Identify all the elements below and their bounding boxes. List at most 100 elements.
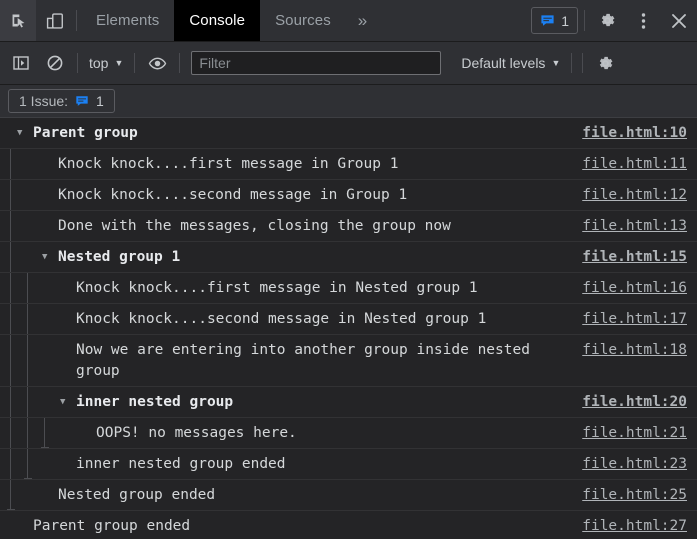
indent-guide (27, 273, 28, 303)
devtools-tab-toolbar: Elements Console Sources » 1 (0, 0, 697, 42)
issues-strip: 1 Issue: 1 (0, 85, 697, 118)
issue-message-icon (540, 13, 555, 28)
filter-input[interactable] (191, 51, 441, 75)
close-devtools-button[interactable] (661, 0, 697, 41)
console-filter-toolbar: top ▼ Default levels ▼ (0, 42, 697, 85)
console-source-link[interactable]: file.html:17 (582, 309, 697, 330)
execution-context-selector[interactable]: top ▼ (83, 52, 129, 74)
indent-guide (10, 211, 11, 241)
device-toolbar-icon (45, 12, 64, 30)
tab-console[interactable]: Console (174, 0, 260, 41)
tab-console-label: Console (189, 12, 245, 29)
console-message-row[interactable]: Knock knock....first message in Group 1f… (0, 149, 697, 180)
indent-guide (27, 418, 28, 448)
console-settings-button[interactable] (588, 49, 622, 77)
console-message-text: Nested group 1 (58, 247, 582, 268)
indent-guide (10, 149, 11, 179)
console-message-row[interactable]: Parent group endedfile.html:27 (0, 511, 697, 539)
console-message-text: inner nested group (76, 392, 582, 413)
console-source-link[interactable]: file.html:11 (582, 154, 697, 175)
console-message-row[interactable]: Knock knock....second message in Nested … (0, 304, 697, 335)
indent-guide (10, 418, 11, 448)
customize-menu-button[interactable] (625, 0, 661, 41)
indent-guide (10, 335, 11, 386)
chevron-down-icon: ▼ (551, 59, 560, 68)
console-message-row[interactable]: Now we are entering into another group i… (0, 335, 697, 387)
log-levels-selector[interactable]: Default levels ▼ (455, 52, 566, 74)
eye-icon (148, 54, 167, 73)
console-source-link[interactable]: file.html:25 (582, 485, 697, 506)
console-source-link[interactable]: file.html:12 (582, 185, 697, 206)
console-message-list[interactable]: ▼Parent groupfile.html:10Knock knock....… (0, 118, 697, 539)
toolbar-divider-right (584, 10, 585, 31)
toolbar-spacer (379, 0, 529, 41)
tab-elements[interactable]: Elements (81, 0, 174, 41)
console-source-link[interactable]: file.html:20 (582, 392, 697, 413)
indent-guide (44, 418, 45, 448)
console-message-row[interactable]: Done with the messages, closing the grou… (0, 211, 697, 242)
settings-button[interactable] (589, 0, 625, 41)
toggle-device-toolbar-button[interactable] (36, 0, 72, 41)
console-source-link[interactable]: file.html:10 (582, 123, 697, 144)
inspect-cursor-icon (10, 12, 27, 29)
console-source-link[interactable]: file.html:13 (582, 216, 697, 237)
tab-sources[interactable]: Sources (260, 0, 346, 41)
console-message-text: Done with the messages, closing the grou… (58, 216, 582, 237)
toggle-console-sidebar-button[interactable] (4, 49, 38, 77)
gear-icon (596, 54, 615, 73)
live-expression-button[interactable] (140, 49, 174, 77)
issues-summary-button[interactable]: 1 Issue: 1 (8, 89, 115, 113)
console-message-text: inner nested group ended (76, 454, 582, 475)
more-tabs-button[interactable]: » (346, 0, 379, 41)
console-message-row[interactable]: inner nested group endedfile.html:23 (0, 449, 697, 480)
console-message-row[interactable]: Knock knock....second message in Group 1… (0, 180, 697, 211)
vertical-dots-icon (641, 12, 646, 30)
toolbar-divider-left (76, 10, 77, 31)
console-group-header[interactable]: ▼Parent groupfile.html:10 (0, 118, 697, 149)
group-disclosure-triangle-icon[interactable]: ▼ (60, 392, 65, 413)
console-message-text: Parent group ended (33, 516, 582, 537)
indent-guide (27, 335, 28, 386)
group-disclosure-triangle-icon[interactable]: ▼ (17, 123, 22, 144)
console-source-link[interactable]: file.html:18 (582, 340, 697, 361)
console-message-row[interactable]: OOPS! no messages here.file.html:21 (0, 418, 697, 449)
console-source-link[interactable]: file.html:15 (582, 247, 697, 268)
indent-guide (27, 449, 28, 479)
console-source-link[interactable]: file.html:23 (582, 454, 697, 475)
indent-guide (10, 480, 11, 510)
clear-console-button[interactable] (38, 49, 72, 77)
console-source-link[interactable]: file.html:27 (582, 516, 697, 537)
issue-message-icon (75, 94, 89, 108)
console-message-text: Now we are entering into another group i… (76, 340, 582, 382)
indent-guide (27, 387, 28, 417)
console-source-link[interactable]: file.html:21 (582, 423, 697, 444)
inspect-element-button[interactable] (0, 0, 36, 41)
console-message-text: Knock knock....first message in Nested g… (76, 278, 582, 299)
filterbar-divider-5 (582, 53, 583, 73)
filterbar-divider-4 (571, 53, 572, 73)
more-tabs-chevrons-icon: » (358, 11, 367, 31)
console-message-text: Nested group ended (58, 485, 582, 506)
filterbar-divider-1 (77, 53, 78, 73)
console-group-header[interactable]: ▼ Nested group 1file.html:15 (0, 242, 697, 273)
filterbar-divider-3 (179, 53, 180, 73)
issues-label: 1 Issue: (19, 93, 68, 109)
indent-guide (10, 180, 11, 210)
issues-counter-button[interactable]: 1 (531, 7, 578, 34)
indent-guide (10, 449, 11, 479)
console-message-row[interactable]: Nested group endedfile.html:25 (0, 480, 697, 511)
tab-elements-label: Elements (96, 12, 159, 29)
console-message-text: OOPS! no messages here. (96, 423, 582, 444)
chevron-down-icon: ▼ (114, 59, 123, 68)
indent-guide (10, 304, 11, 334)
indent-guide (10, 242, 11, 272)
issues-count: 1 (96, 93, 104, 109)
console-message-row[interactable]: Knock knock....first message in Nested g… (0, 273, 697, 304)
console-message-text: Knock knock....second message in Group 1 (58, 185, 582, 206)
console-group-header[interactable]: ▼ inner nested groupfile.html:20 (0, 387, 697, 418)
console-source-link[interactable]: file.html:16 (582, 278, 697, 299)
group-disclosure-triangle-icon[interactable]: ▼ (42, 247, 47, 268)
indent-guide (10, 387, 11, 417)
tab-sources-label: Sources (275, 12, 331, 29)
filterbar-divider-2 (134, 53, 135, 73)
